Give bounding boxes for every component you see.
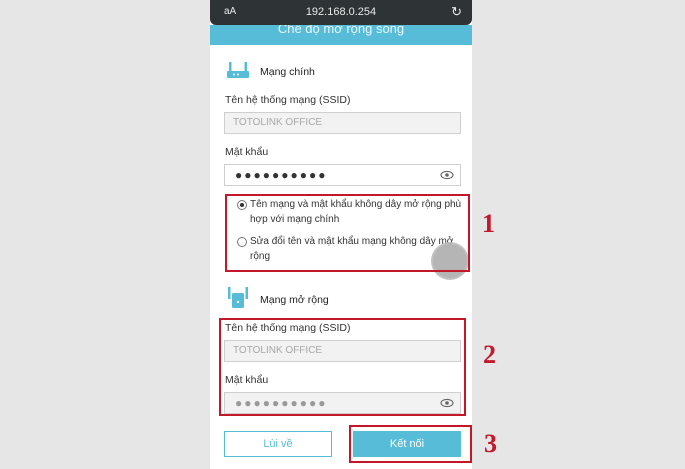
reload-icon[interactable]: ↻ <box>451 4 462 20</box>
browser-address-bar[interactable]: aA 192.168.0.254 ↻ <box>210 0 472 25</box>
page-title: Chế độ mở rộng sóng <box>277 25 405 36</box>
main-ssid-label: Tên hệ thống mạng (SSID) <box>225 94 351 106</box>
eye-icon[interactable] <box>440 168 454 182</box>
main-network-heading: Mạng chính <box>226 60 315 83</box>
annotation-box-3 <box>349 425 472 463</box>
extended-network-heading: Mạng mở rộng <box>226 286 329 313</box>
router-icon <box>226 60 250 83</box>
annotation-number-2: 2 <box>483 340 496 369</box>
main-password-field[interactable]: ●●●●●●●●●● <box>224 164 461 186</box>
url-text[interactable]: 192.168.0.254 <box>210 6 472 18</box>
main-network-title: Mạng chính <box>260 65 315 78</box>
main-password-mask: ●●●●●●●●●● <box>235 168 328 182</box>
main-password-label: Mật khẩu <box>225 146 269 158</box>
back-button[interactable]: Lùi về <box>224 431 332 457</box>
annotation-box-2 <box>219 318 466 416</box>
page-header: Chế độ mở rộng sóng <box>210 25 472 45</box>
main-ssid-value: TOTOLINK OFFICE <box>233 117 323 128</box>
annotation-box-1 <box>225 194 470 272</box>
extended-network-title: Mạng mở rộng <box>260 293 329 306</box>
extender-icon <box>226 286 250 313</box>
main-ssid-field[interactable]: TOTOLINK OFFICE <box>224 112 461 134</box>
annotation-number-1: 1 <box>482 209 495 238</box>
annotation-number-3: 3 <box>484 429 497 458</box>
